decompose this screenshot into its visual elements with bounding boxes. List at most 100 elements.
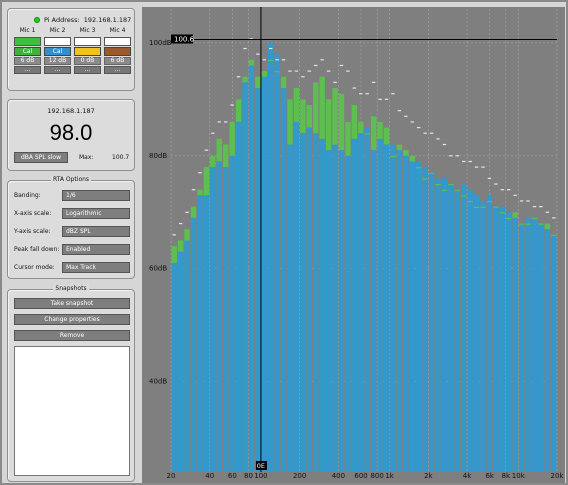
- blue-bar: [396, 150, 403, 472]
- blue-bar: [351, 138, 358, 473]
- blue-bar: [306, 127, 313, 472]
- green-bar: [403, 150, 409, 156]
- blue-bar: [280, 88, 287, 473]
- green-bar: [383, 127, 390, 145]
- mic-gain-button[interactable]: 6 dB: [14, 57, 41, 65]
- x-tick-label: 8k: [502, 472, 511, 480]
- reading-panel: 192.168.1.187 98.0 dBA SPL slow Max: 100…: [7, 99, 135, 171]
- option-y-axis: Y-axis scale: dBZ SPL: [14, 226, 130, 238]
- blue-bar: [190, 217, 197, 472]
- green-bar: [293, 88, 300, 122]
- mic-cal-button[interactable]: Cal: [14, 47, 41, 56]
- rta-options-group: RTA Options Banding: 1/6 X-axis scale: L…: [7, 176, 135, 279]
- snapshot-list[interactable]: [14, 346, 130, 476]
- mic-gain-button[interactable]: 6 dB: [104, 57, 131, 65]
- blue-bar: [538, 223, 544, 472]
- mic-color-swatch[interactable]: [74, 37, 101, 46]
- mic-column: Mic 4 6 dB...: [104, 27, 131, 74]
- x-tick-label: 800: [370, 472, 383, 480]
- pi-address-value: 192.168.1.187: [83, 16, 132, 24]
- green-bar: [338, 93, 345, 151]
- change-properties-button[interactable]: Change properties: [14, 314, 130, 325]
- green-bar: [396, 144, 403, 151]
- take-snapshot-button[interactable]: Take snapshot: [14, 298, 130, 309]
- green-bar: [467, 200, 473, 203]
- blue-bar: [461, 184, 467, 472]
- green-bar: [454, 189, 460, 191]
- blue-bar: [171, 263, 177, 472]
- status-dot-icon: [34, 17, 40, 23]
- mic-more-button[interactable]: ...: [14, 66, 41, 74]
- y-tick-label: 100dB: [149, 39, 172, 47]
- option-label: Y-axis scale:: [14, 228, 51, 235]
- blue-bar: [332, 144, 338, 472]
- blue-bar: [499, 206, 506, 472]
- x-tick-label: 1k: [385, 472, 394, 480]
- option-peak-fall: Peak fall down: Enabled: [14, 244, 130, 256]
- mic-more-button[interactable]: ...: [104, 66, 131, 74]
- green-bar: [506, 217, 512, 220]
- green-bar: [435, 184, 441, 186]
- mic-column: Mic 2 Cal 12 dB...: [44, 27, 71, 74]
- spl-readout: 98.0: [49, 120, 93, 145]
- x-tick-label: 10k: [512, 472, 526, 480]
- green-bar: [242, 76, 248, 83]
- pi-address-row: Pi Address: 192.168.1.187: [34, 16, 131, 24]
- rta-chart[interactable]: 40dB 60dB 80dB 100dB 20 40 60 80 100 200 400 600 800…: [142, 7, 565, 483]
- x-tick-label: 40: [205, 472, 214, 480]
- cursor-mode-select[interactable]: Max Track: [62, 262, 130, 273]
- mic-gain-button[interactable]: 0 dB: [74, 57, 101, 65]
- mic-cal-button[interactable]: [74, 47, 101, 56]
- option-label: Banding:: [14, 192, 41, 199]
- mic-cal-button[interactable]: Cal: [44, 47, 71, 56]
- blue-bar: [210, 167, 216, 472]
- app-window: Pi Address: 192.168.1.187 Mic 1 Cal 6 dB..…: [0, 0, 568, 485]
- green-bar: [499, 212, 506, 214]
- green-bar: [345, 121, 351, 156]
- blue-bar: [358, 133, 364, 472]
- blue-bar: [203, 195, 210, 472]
- blue-bar: [383, 144, 390, 472]
- mic-name: Mic 4: [109, 27, 126, 34]
- mic-gain-button[interactable]: 12 dB: [44, 57, 71, 65]
- mic-more-button[interactable]: ...: [44, 66, 71, 74]
- mic-color-swatch[interactable]: [104, 37, 131, 46]
- green-bar: [428, 172, 435, 174]
- mic-color-swatch[interactable]: [44, 37, 71, 46]
- green-bar: [287, 99, 293, 145]
- green-bar: [268, 59, 274, 62]
- y-tick-label: 40dB: [149, 378, 167, 386]
- green-bar: [190, 206, 197, 218]
- blue-bar: [293, 121, 300, 473]
- mic-more-button[interactable]: ...: [74, 66, 101, 74]
- blue-bar: [441, 178, 448, 472]
- green-bar: [544, 223, 551, 230]
- green-bar: [222, 144, 229, 168]
- measure-mode-button[interactable]: dBA SPL slow: [14, 152, 68, 163]
- y-axis-select[interactable]: dBZ SPL: [62, 226, 130, 237]
- green-bar: [248, 59, 255, 66]
- blue-bar: [255, 88, 261, 473]
- blue-bar: [274, 54, 280, 473]
- green-bar: [332, 88, 338, 145]
- mic-color-swatch[interactable]: [14, 37, 41, 46]
- mic-cal-button[interactable]: [104, 47, 131, 56]
- green-bar: [313, 82, 319, 134]
- green-bar: [177, 240, 184, 252]
- green-bar: [358, 121, 364, 134]
- rta-options-title: RTA Options: [50, 176, 92, 183]
- peak-fall-select[interactable]: Enabled: [62, 244, 130, 255]
- blue-bar: [325, 150, 332, 472]
- x-tick-label: 400: [332, 472, 345, 480]
- remove-button[interactable]: Remove: [14, 330, 130, 341]
- max-label: Max:: [79, 154, 94, 161]
- blue-bar: [216, 161, 222, 472]
- mic-name: Mic 2: [49, 27, 66, 34]
- green-bar: [216, 138, 222, 162]
- x-tick-label: 4k: [463, 472, 472, 480]
- blue-bar: [467, 189, 473, 472]
- blue-bar: [287, 144, 293, 472]
- x-axis-select[interactable]: Logarithmic: [62, 208, 130, 219]
- banding-select[interactable]: 1/6: [62, 190, 130, 201]
- blue-bar: [544, 229, 551, 472]
